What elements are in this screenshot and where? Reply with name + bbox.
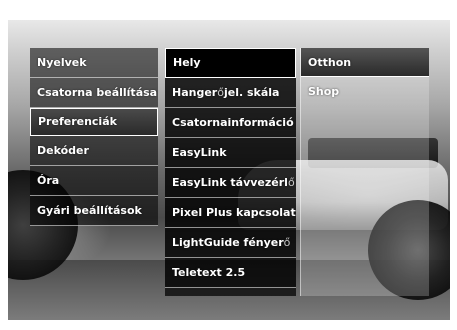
submenu-item-csatornainformacio-meret[interactable]: Csatornainformáció méret <box>165 108 296 138</box>
menu-item-label: Csatornainformáció méret <box>172 116 296 129</box>
submenu-item-easylink[interactable]: EasyLink <box>165 138 296 168</box>
menu-item-label: Otthon <box>308 56 352 69</box>
menu-item-ora[interactable]: Óra <box>30 166 158 196</box>
menu-item-gyari-beallitasok[interactable]: Gyári beállítások <box>30 196 158 226</box>
submenu-item-pixel-plus-kapcsolat[interactable]: Pixel Plus kapcsolat <box>165 198 296 228</box>
menu-item-label: Preferenciák <box>38 115 117 128</box>
menu-item-label: Nyelvek <box>37 56 87 69</box>
submenu-item-easylink-tavvezerlo[interactable]: EasyLink távvezérlő <box>165 168 296 198</box>
menu-item-label-char: ő <box>217 86 224 99</box>
preferences-submenu-column: Hely Hangerőjel. skála Csatornainformáci… <box>165 48 296 296</box>
settings-menu-column: Nyelvek Csatorna beállítása Preferenciák… <box>30 48 158 226</box>
menu-item-dekoder[interactable]: Dekóder <box>30 136 158 166</box>
location-options-column: Otthon Shop <box>300 48 429 296</box>
menu-item-label: Dekóder <box>37 144 89 157</box>
menu-item-label: Shop <box>308 85 340 98</box>
option-otthon[interactable]: Otthon <box>301 48 429 77</box>
menu-item-label: Hanger <box>172 86 218 99</box>
menu-item-preferenciak[interactable]: Preferenciák <box>30 108 158 136</box>
menu-item-nyelvek[interactable]: Nyelvek <box>30 48 158 78</box>
submenu-item-lightguide-fenyero[interactable]: LightGuide fényerő <box>165 228 296 258</box>
menu-item-label: EasyLink távvezérl <box>172 176 288 189</box>
menu-item-label: jel. skála <box>223 86 280 99</box>
menu-item-label: Csatorna beállítása <box>37 86 158 99</box>
submenu-item-teletext-2-5[interactable]: Teletext 2.5 <box>165 258 296 288</box>
menu-item-csatorna-beallitasa[interactable]: Csatorna beállítása <box>30 78 158 108</box>
menu-item-label: Teletext 2.5 <box>172 266 246 279</box>
submenu-item-hangerojel-skala[interactable]: Hangerőjel. skála <box>165 78 296 108</box>
menu-item-label: LightGuide fényer <box>172 236 284 249</box>
menu-item-label: Pixel Plus kapcsolat <box>172 206 296 219</box>
menu-item-label: Óra <box>37 174 60 187</box>
menu-item-label: Gyári beállítások <box>37 204 142 217</box>
menu-item-label: EasyLink <box>172 146 227 159</box>
option-shop[interactable]: Shop <box>301 77 429 106</box>
menu-item-label: Hely <box>173 56 201 69</box>
menu-item-label-char: ő <box>283 236 291 249</box>
submenu-item-hely[interactable]: Hely <box>165 48 296 78</box>
tv-frame: Nyelvek Csatorna beállítása Preferenciák… <box>0 0 457 330</box>
menu-item-label-char: ő <box>287 176 295 189</box>
